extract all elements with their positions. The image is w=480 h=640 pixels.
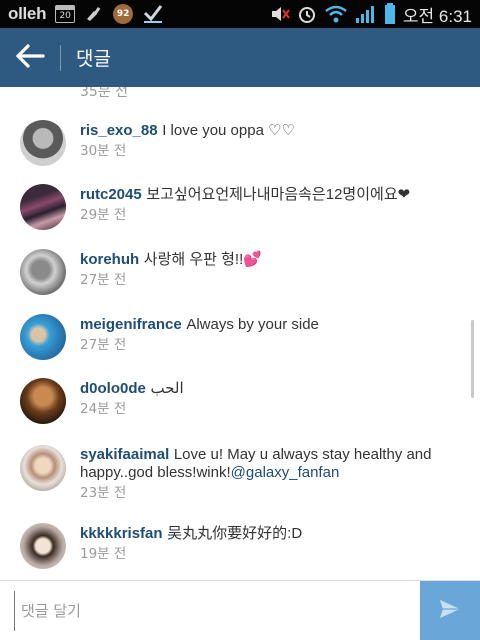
comment-username[interactable]: syakifaaimal [80, 446, 169, 463]
check-icon [142, 4, 164, 24]
comment-time: 27분 전 [80, 337, 127, 353]
signal-icon [355, 4, 377, 24]
send-icon [438, 598, 462, 624]
comment-time: 19분 전 [80, 546, 127, 562]
comment-username[interactable]: meigenifrance [80, 316, 182, 333]
mute-icon [270, 5, 290, 23]
alarm-icon [297, 4, 317, 24]
comment-username[interactable]: d0olo0de [80, 380, 146, 397]
comment-username[interactable]: rutc2045 [80, 186, 142, 203]
carrier-label: olleh [8, 4, 47, 23]
comment-time: 30분 전 [80, 143, 127, 159]
send-button[interactable] [420, 581, 480, 640]
app-header: 댓글 [0, 28, 480, 87]
comment-time: 23분 전 [80, 485, 127, 501]
comment-text: 보고싶어요언제나내마음속은12명이에요❤ [146, 186, 411, 203]
avatar[interactable] [20, 445, 66, 491]
comment-time: 24분 전 [80, 401, 127, 417]
comment-text: I love you oppa ♡♡ [162, 122, 295, 139]
back-button[interactable] [0, 28, 60, 87]
avatar[interactable] [20, 314, 66, 360]
comment-time: 29분 전 [80, 207, 127, 223]
comment-input-bar [0, 580, 480, 640]
badge-92-icon: 92 [113, 4, 134, 24]
status-bar: olleh 20 92 오전 6:31 [0, 0, 480, 28]
avatar[interactable] [20, 523, 66, 569]
comment-input[interactable] [14, 591, 414, 631]
avatar[interactable] [20, 378, 66, 424]
arrow-left-icon [15, 43, 45, 72]
avatar[interactable] [20, 120, 66, 166]
clock-time: 오전 6:31 [402, 6, 472, 26]
comment-username[interactable]: ris_exo_88 [80, 122, 158, 139]
header-divider [60, 44, 61, 71]
cleaner-icon [84, 5, 104, 23]
battery-icon [384, 3, 396, 25]
comment-username[interactable]: kkkkkrisfan [80, 525, 163, 542]
comment-text: 吴丸丸你要好好的:D [167, 525, 303, 542]
scrollbar[interactable] [471, 320, 474, 398]
comment-time: 27분 전 [80, 272, 127, 288]
page-title: 댓글 [76, 48, 111, 70]
comment-time: 35분 전 [80, 87, 129, 100]
comment-text: Always by your side [186, 316, 319, 333]
avatar[interactable] [20, 249, 66, 295]
comment-text: 사랑해 우판 형!!💕 [143, 251, 262, 268]
comment-list[interactable]: 35분 전 ris_exo_88 I love you oppa ♡♡ 30분 … [0, 87, 480, 580]
avatar[interactable] [20, 184, 66, 230]
comment-mention-link[interactable]: @galaxy_fanfan [231, 464, 340, 481]
wifi-icon [324, 5, 348, 23]
calendar-icon: 20 [55, 5, 76, 23]
comment-text: الحب [150, 380, 184, 397]
comment-username[interactable]: korehuh [80, 251, 139, 268]
